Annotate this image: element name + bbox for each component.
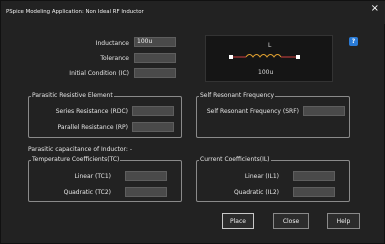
parasitic-resistive-title: Parasitic Resistive Element — [31, 92, 114, 99]
tc2-input[interactable] — [125, 187, 167, 197]
parasitic-capacitance-text: Parasitic capacitance of Inductor: - — [28, 146, 132, 153]
right-pin — [296, 55, 300, 59]
il1-input[interactable] — [293, 171, 335, 181]
inductor-symbol: L 100u — [229, 42, 300, 76]
temperature-coefficients-title: Temperature Coefficients(TC) — [31, 156, 121, 163]
il2-input[interactable] — [293, 187, 335, 197]
preview-ref-label: L — [268, 42, 272, 49]
self-resonant-title: Self Resonant Frequency — [199, 92, 276, 99]
preview-value-label: 100u — [258, 69, 273, 76]
tc2-label: Quadratic (TC2) — [63, 189, 111, 196]
self-resonant-group: Self Resonant Frequency — [196, 92, 350, 138]
tc1-label: Linear (TC1) — [74, 173, 111, 180]
window-title: PSpice Modeling Application: Non Ideal R… — [6, 9, 144, 15]
tc1-input[interactable] — [125, 171, 167, 181]
parallel-resistance-input[interactable] — [132, 122, 174, 132]
series-resistance-input[interactable] — [132, 106, 174, 116]
close-icon[interactable]: × — [371, 4, 379, 14]
current-coefficients-title: Current Coefficients(IL) — [199, 156, 271, 163]
il2-label: Quadratic (IL2) — [234, 189, 279, 196]
il1-label: Linear (IL1) — [244, 173, 279, 180]
parallel-resistance-label: Parallel Resistance (RP) — [57, 124, 128, 131]
initial-condition-label: Initial Condition (IC) — [69, 70, 129, 77]
title-bar[interactable]: PSpice Modeling Application: Non Ideal R… — [1, 1, 385, 24]
inductor-coil — [245, 54, 282, 58]
close-button[interactable]: Close — [273, 213, 309, 229]
tolerance-input[interactable] — [134, 53, 176, 63]
place-button[interactable]: Place — [222, 213, 254, 229]
srf-label: Self Resonant Frequency (SRF) — [206, 108, 299, 115]
series-resistance-label: Series Resistance (RDC) — [55, 108, 128, 115]
tolerance-label: Tolerance — [100, 55, 129, 62]
help-button[interactable]: Help — [327, 213, 360, 229]
left-pin — [229, 55, 233, 59]
inductance-input[interactable]: 100u — [134, 37, 176, 47]
inductance-label: Inductance — [95, 40, 129, 47]
help-icon[interactable]: ? — [349, 37, 358, 46]
symbol-preview: L 100u — [205, 35, 333, 82]
initial-condition-input[interactable] — [134, 68, 176, 78]
srf-input[interactable] — [303, 106, 345, 116]
dialog-window: PSpice Modeling Application: Non Ideal R… — [0, 0, 385, 244]
